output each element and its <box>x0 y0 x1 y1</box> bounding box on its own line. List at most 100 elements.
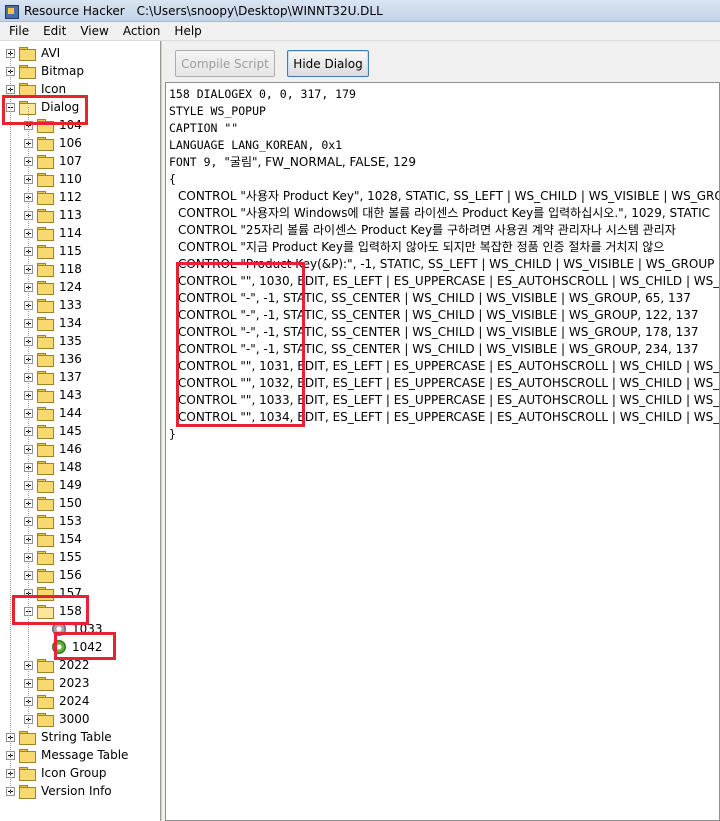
tree-node-dialog-item[interactable]: 2023 <box>24 674 92 692</box>
tree-node-top[interactable]: Message Table <box>6 746 130 764</box>
tree-node-label[interactable]: 134 <box>57 315 84 331</box>
tree-node-label[interactable]: Message Table <box>39 747 130 763</box>
tree-node-label[interactable]: Version Info <box>39 783 114 799</box>
tree-node-top[interactable]: Icon <box>6 80 68 98</box>
tree-node-dialog-item[interactable]: 136 <box>24 350 84 368</box>
tree-node-label[interactable]: 136 <box>57 351 84 367</box>
tree-node-label[interactable]: 149 <box>57 477 84 493</box>
tree-node-dialog-item[interactable]: 118 <box>24 260 84 278</box>
tree-node-dialog-item[interactable]: 143 <box>24 386 84 404</box>
tree-node-label[interactable]: 133 <box>57 297 84 313</box>
tree-node-dialog-item[interactable]: 124 <box>24 278 84 296</box>
tree-node-label[interactable]: 154 <box>57 531 84 547</box>
tree-node-lang[interactable]: 1033 <box>42 620 105 638</box>
tree-node-label[interactable]: 144 <box>57 405 84 421</box>
tree-node-dialog-item[interactable]: 135 <box>24 332 84 350</box>
tree-node-dialog-item[interactable]: 150 <box>24 494 84 512</box>
hide-dialog-button[interactable]: Hide Dialog <box>287 50 369 77</box>
title-bar: Resource Hacker C:\Users\snoopy\Desktop\… <box>0 0 720 22</box>
tree-node-label[interactable]: 104 <box>57 117 84 133</box>
tree-node-label[interactable]: 1033 <box>70 621 105 637</box>
tree-node-dialog-item[interactable]: 104 <box>24 116 84 134</box>
tree-node-label[interactable]: 115 <box>57 243 84 259</box>
tree-node-label[interactable]: 158 <box>57 603 84 619</box>
tree-node-label[interactable]: 155 <box>57 549 84 565</box>
folder-icon <box>19 749 36 763</box>
menu-action[interactable]: Action <box>116 22 168 40</box>
tree-node-label[interactable]: 3000 <box>57 711 92 727</box>
tree-node-label[interactable]: 2022 <box>57 657 92 673</box>
tree-node-label[interactable]: 153 <box>57 513 84 529</box>
tree-node-label[interactable]: 114 <box>57 225 84 241</box>
tree-node-top[interactable]: Version Info <box>6 782 114 800</box>
tree-node-dialog-item[interactable]: 107 <box>24 152 84 170</box>
tree-node-dialog-item[interactable]: 137 <box>24 368 84 386</box>
tree-node-label[interactable]: 113 <box>57 207 84 223</box>
tree-node-top[interactable]: String Table <box>6 728 114 746</box>
tree-node-label[interactable]: 145 <box>57 423 84 439</box>
tree-node-dialog-item[interactable]: 146 <box>24 440 84 458</box>
tree-node-lang[interactable]: 1042 <box>42 638 105 656</box>
tree-node-label[interactable]: 118 <box>57 261 84 277</box>
tree-node-label[interactable]: AVI <box>39 45 62 61</box>
tree-node-label[interactable]: 1042 <box>70 639 105 655</box>
tree-node-dialog-item[interactable]: 144 <box>24 404 84 422</box>
tree-node-label[interactable]: 135 <box>57 333 84 349</box>
tree-node-label[interactable]: 148 <box>57 459 84 475</box>
tree-node-top[interactable]: AVI <box>6 44 62 62</box>
tree-node-label[interactable]: 143 <box>57 387 84 403</box>
tree-node-dialog-item[interactable]: 114 <box>24 224 84 242</box>
tree-node-dialog-item[interactable]: 115 <box>24 242 84 260</box>
tree-node-label[interactable]: Dialog <box>39 99 81 115</box>
script-control-line: CONTROL "-", -1, STATIC, SS_CENTER | WS_… <box>178 291 691 305</box>
tree-node-label[interactable]: Icon <box>39 81 68 97</box>
tree-node-label[interactable]: Icon Group <box>39 765 108 781</box>
tree-node-label[interactable]: 157 <box>57 585 84 601</box>
folder-open-icon <box>37 605 54 619</box>
tree-node-dialog-item[interactable]: 2022 <box>24 656 92 674</box>
tree-node-label[interactable]: 106 <box>57 135 84 151</box>
tree-node-label[interactable]: 2023 <box>57 675 92 691</box>
tree-node-dialog-item[interactable]: 149 <box>24 476 84 494</box>
menu-help[interactable]: Help <box>167 22 208 40</box>
tree-node-dialog-item[interactable]: 2024 <box>24 692 92 710</box>
tree-node-dialog-item[interactable]: 145 <box>24 422 84 440</box>
folder-icon <box>37 173 54 187</box>
tree-node-dialog-item[interactable]: 106 <box>24 134 84 152</box>
tree-node-dialog-item[interactable]: 110 <box>24 170 84 188</box>
script-control-line: CONTROL "-", -1, STATIC, SS_CENTER | WS_… <box>178 342 699 356</box>
tree-node-dialog-item[interactable]: 134 <box>24 314 84 332</box>
tree-node-label[interactable]: 156 <box>57 567 84 583</box>
tree-node-label[interactable]: 112 <box>57 189 84 205</box>
tree-node-top[interactable]: Bitmap <box>6 62 86 80</box>
tree-node-label[interactable]: 107 <box>57 153 84 169</box>
tree-node-dialog-item[interactable]: 133 <box>24 296 84 314</box>
tree-node-label[interactable]: Bitmap <box>39 63 86 79</box>
tree-node-label[interactable]: 124 <box>57 279 84 295</box>
script-editor[interactable]: 158 DIALOGEX 0, 0, 317, 179 STYLE WS_POPU… <box>165 82 720 821</box>
tree-node-dialog-item[interactable]: 3000 <box>24 710 92 728</box>
tree-node-dialog-item[interactable]: 112 <box>24 188 84 206</box>
tree-node-label[interactable]: 146 <box>57 441 84 457</box>
tree-node-dialog-item[interactable]: 154 <box>24 530 84 548</box>
menu-edit[interactable]: Edit <box>36 22 73 40</box>
tree-node-dialog-item[interactable]: 157 <box>24 584 84 602</box>
tree-node-label[interactable]: String Table <box>39 729 114 745</box>
compile-script-button[interactable]: Compile Script <box>175 50 275 77</box>
tree-node-dialog-item[interactable]: 148 <box>24 458 84 476</box>
tree-node-label[interactable]: 150 <box>57 495 84 511</box>
tree-node-label[interactable]: 110 <box>57 171 84 187</box>
menu-view[interactable]: View <box>73 22 115 40</box>
resource-tree[interactable]: AVI Bitmap Icon Dialog 104 106 107 110 112 113 114… <box>0 41 161 821</box>
tree-node-dialog-item[interactable]: 153 <box>24 512 84 530</box>
tree-node-dialog-item[interactable]: 155 <box>24 548 84 566</box>
folder-icon <box>37 569 54 583</box>
tree-node-label[interactable]: 2024 <box>57 693 92 709</box>
menu-file[interactable]: File <box>2 22 36 40</box>
tree-node-dialog-item[interactable]: 113 <box>24 206 84 224</box>
tree-node-label[interactable]: 137 <box>57 369 84 385</box>
tree-node-dialog-item[interactable]: 156 <box>24 566 84 584</box>
tree-node-dialog[interactable]: Dialog <box>6 98 81 116</box>
tree-node-top[interactable]: Icon Group <box>6 764 108 782</box>
tree-node-dialog-158[interactable]: 158 <box>24 602 84 620</box>
